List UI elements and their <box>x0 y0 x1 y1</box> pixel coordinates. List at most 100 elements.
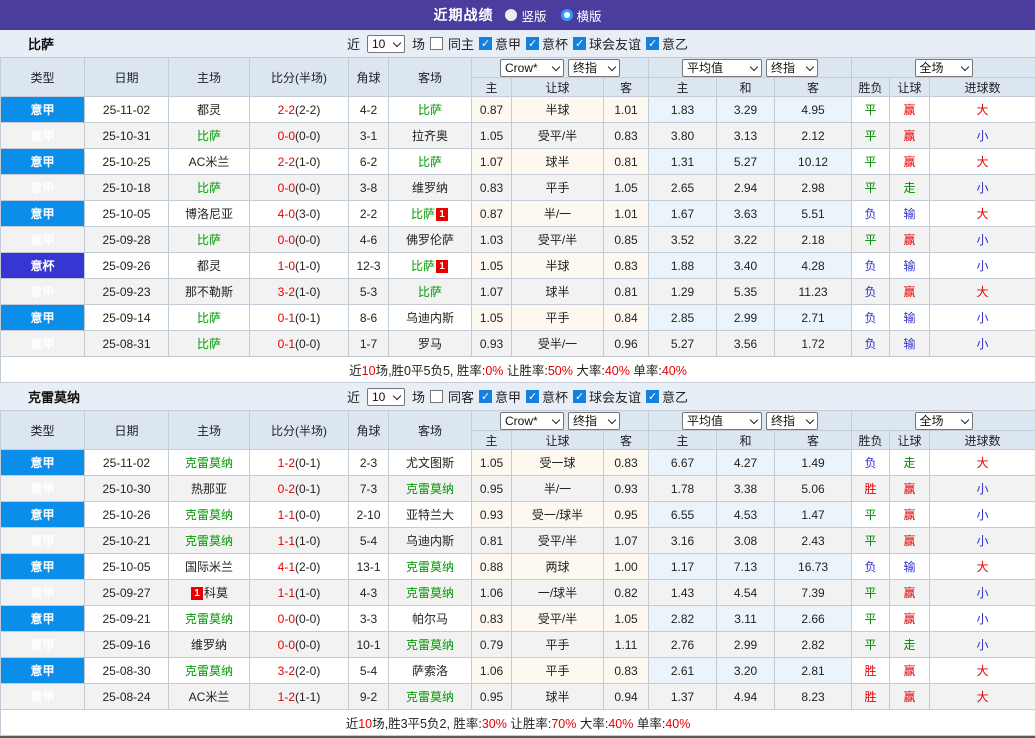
half-time-score: (0-1) <box>295 482 320 496</box>
scope-select[interactable]: 全场 <box>915 59 973 77</box>
home-team-name: 克雷莫纳 <box>185 612 233 626</box>
league-checkbox-label-1[interactable]: 意杯 <box>542 34 568 53</box>
home-team-cell: 热那亚 <box>169 476 250 502</box>
handicap-result-cell: 赢 <box>890 684 930 710</box>
home-team-cell: 国际米兰 <box>169 554 250 580</box>
away-team-name: 帕尔马 <box>412 612 448 626</box>
score-cell: 1-0(1-0) <box>250 253 349 279</box>
summary-value: 10 <box>358 717 372 731</box>
league-checkbox-1[interactable] <box>526 37 539 50</box>
league-checkbox-label-3[interactable]: 意乙 <box>662 387 688 406</box>
odds-source-select[interactable]: Crow* <box>500 412 564 430</box>
handicap-result-cell: 赢 <box>890 123 930 149</box>
home-team-name: 比萨 <box>197 129 221 143</box>
handicap-home-odds-cell: 1.06 <box>472 580 512 606</box>
odds-stage-select[interactable]: 终指 <box>568 59 620 77</box>
away-team-name: 克雷莫纳 <box>406 586 454 600</box>
away-team-name: 克雷莫纳 <box>406 482 454 496</box>
same-side-label[interactable]: 同客 <box>448 387 474 406</box>
result-cell: 平 <box>852 175 890 201</box>
match-row: 意甲25-09-28比萨0-0(0-0)4-6佛罗伦萨1.03受平/半0.853… <box>1 227 1035 253</box>
avg-away-odds-cell: 2.82 <box>775 632 852 658</box>
handicap-result-cell: 赢 <box>890 227 930 253</box>
date-cell: 25-09-21 <box>85 606 169 632</box>
match-row: 意甲25-10-18比萨0-0(0-0)3-8维罗纳0.83平手1.052.65… <box>1 175 1035 201</box>
full-time-score: 0-1 <box>278 311 295 325</box>
away-team-name: 乌迪内斯 <box>406 311 454 325</box>
handicap-away-odds-cell: 0.81 <box>604 149 649 175</box>
avg-source-select[interactable]: 平均值 <box>682 59 762 77</box>
layout-radio-group: 竖版 横版 <box>505 6 601 25</box>
full-time-score: 1-2 <box>278 690 295 704</box>
avg-draw-odds-cell: 3.22 <box>717 227 775 253</box>
league-checkbox-label-1[interactable]: 意杯 <box>542 387 568 406</box>
avg-home-odds-cell: 2.76 <box>649 632 717 658</box>
away-team-cell: 克雷莫纳 <box>389 632 472 658</box>
result-cell-value: 负 <box>865 337 877 351</box>
league-checkbox-label-0[interactable]: 意甲 <box>495 34 521 53</box>
handicap-result-cell-value: 走 <box>904 638 916 652</box>
summary-label: 场,胜3平5负2, 胜率: <box>372 717 482 731</box>
league-checkbox-0[interactable] <box>479 37 492 50</box>
league-checkbox-label-0[interactable]: 意甲 <box>495 387 521 406</box>
scope-select[interactable]: 全场 <box>915 412 973 430</box>
avg-away-odds-cell: 8.23 <box>775 684 852 710</box>
goals-result-cell-value: 大 <box>977 285 989 299</box>
odds-stage-select[interactable]: 终指 <box>568 412 620 430</box>
league-checkbox-2[interactable] <box>573 37 586 50</box>
goals-result-cell: 小 <box>930 502 1035 528</box>
radio-unselected-icon[interactable] <box>505 9 517 21</box>
selects-header-row: 类型日期主场比分(半场)角球客场Crow*终指平均值终指全场 <box>1 58 1035 78</box>
same-side-checkbox[interactable] <box>430 390 443 403</box>
full-time-score: 0-0 <box>278 129 295 143</box>
chevron-down-icon <box>750 415 758 423</box>
chevron-down-icon <box>393 38 401 46</box>
avg-stage-select[interactable]: 终指 <box>766 59 818 77</box>
avg-draw-odds-cell: 4.94 <box>717 684 775 710</box>
home-team-cell: AC米兰 <box>169 684 250 710</box>
handicap-away-odds-cell: 0.95 <box>604 502 649 528</box>
radio-selected-icon[interactable] <box>561 9 573 21</box>
league-checkbox-label-2[interactable]: 球会友谊 <box>589 34 641 53</box>
home-team-cell: 都灵 <box>169 253 250 279</box>
layout-option-horizontal[interactable]: 横版 <box>561 6 602 25</box>
avg-stage-select[interactable]: 终指 <box>766 412 818 430</box>
league-checkbox-label-3[interactable]: 意乙 <box>662 34 688 53</box>
odds-source-select[interactable]: Crow* <box>500 59 564 77</box>
handicap-line-cell: 一/球半 <box>512 580 604 606</box>
matches-count-select[interactable]: 10 <box>367 388 405 406</box>
league-checkbox-3[interactable] <box>646 390 659 403</box>
layout-option-vertical[interactable]: 竖版 <box>505 6 546 25</box>
avg-draw-odds-cell: 3.38 <box>717 476 775 502</box>
handicap-line-cell: 球半 <box>512 279 604 305</box>
league-checkbox-label-2[interactable]: 球会友谊 <box>589 387 641 406</box>
same-side-label[interactable]: 同主 <box>448 34 474 53</box>
handicap-line-cell: 半/一 <box>512 476 604 502</box>
handicap-result-cell: 赢 <box>890 528 930 554</box>
handicap-result-cell-value: 赢 <box>904 664 916 678</box>
away-team-cell: 维罗纳 <box>389 175 472 201</box>
home-team-name: 都灵 <box>197 103 221 117</box>
handicap-home-odds-cell: 1.06 <box>472 658 512 684</box>
selects-header-row: 类型日期主场比分(半场)角球客场Crow*终指平均值终指全场 <box>1 411 1035 431</box>
result-cell: 平 <box>852 606 890 632</box>
league-checkbox-3[interactable] <box>646 37 659 50</box>
league-cell: 意甲 <box>1 580 85 606</box>
handicap-line-cell: 受半/一 <box>512 331 604 357</box>
sub-header-1-2: 客 <box>775 431 852 450</box>
league-checkbox-0[interactable] <box>479 390 492 403</box>
league-checkbox-2[interactable] <box>573 390 586 403</box>
date-cell: 25-09-23 <box>85 279 169 305</box>
same-side-checkbox[interactable] <box>430 37 443 50</box>
league-checkbox-1[interactable] <box>526 390 539 403</box>
handicap-result-cell: 走 <box>890 632 930 658</box>
avg-home-odds-cell: 3.16 <box>649 528 717 554</box>
avg-source-select[interactable]: 平均值 <box>682 412 762 430</box>
handicap-home-odds-cell: 0.83 <box>472 175 512 201</box>
avg-draw-odds-cell: 4.53 <box>717 502 775 528</box>
result-cell: 平 <box>852 97 890 123</box>
matches-count-select[interactable]: 10 <box>367 35 405 53</box>
avg-draw-odds-cell: 2.99 <box>717 305 775 331</box>
half-time-score: (1-0) <box>295 586 320 600</box>
handicap-away-odds-cell: 0.83 <box>604 123 649 149</box>
